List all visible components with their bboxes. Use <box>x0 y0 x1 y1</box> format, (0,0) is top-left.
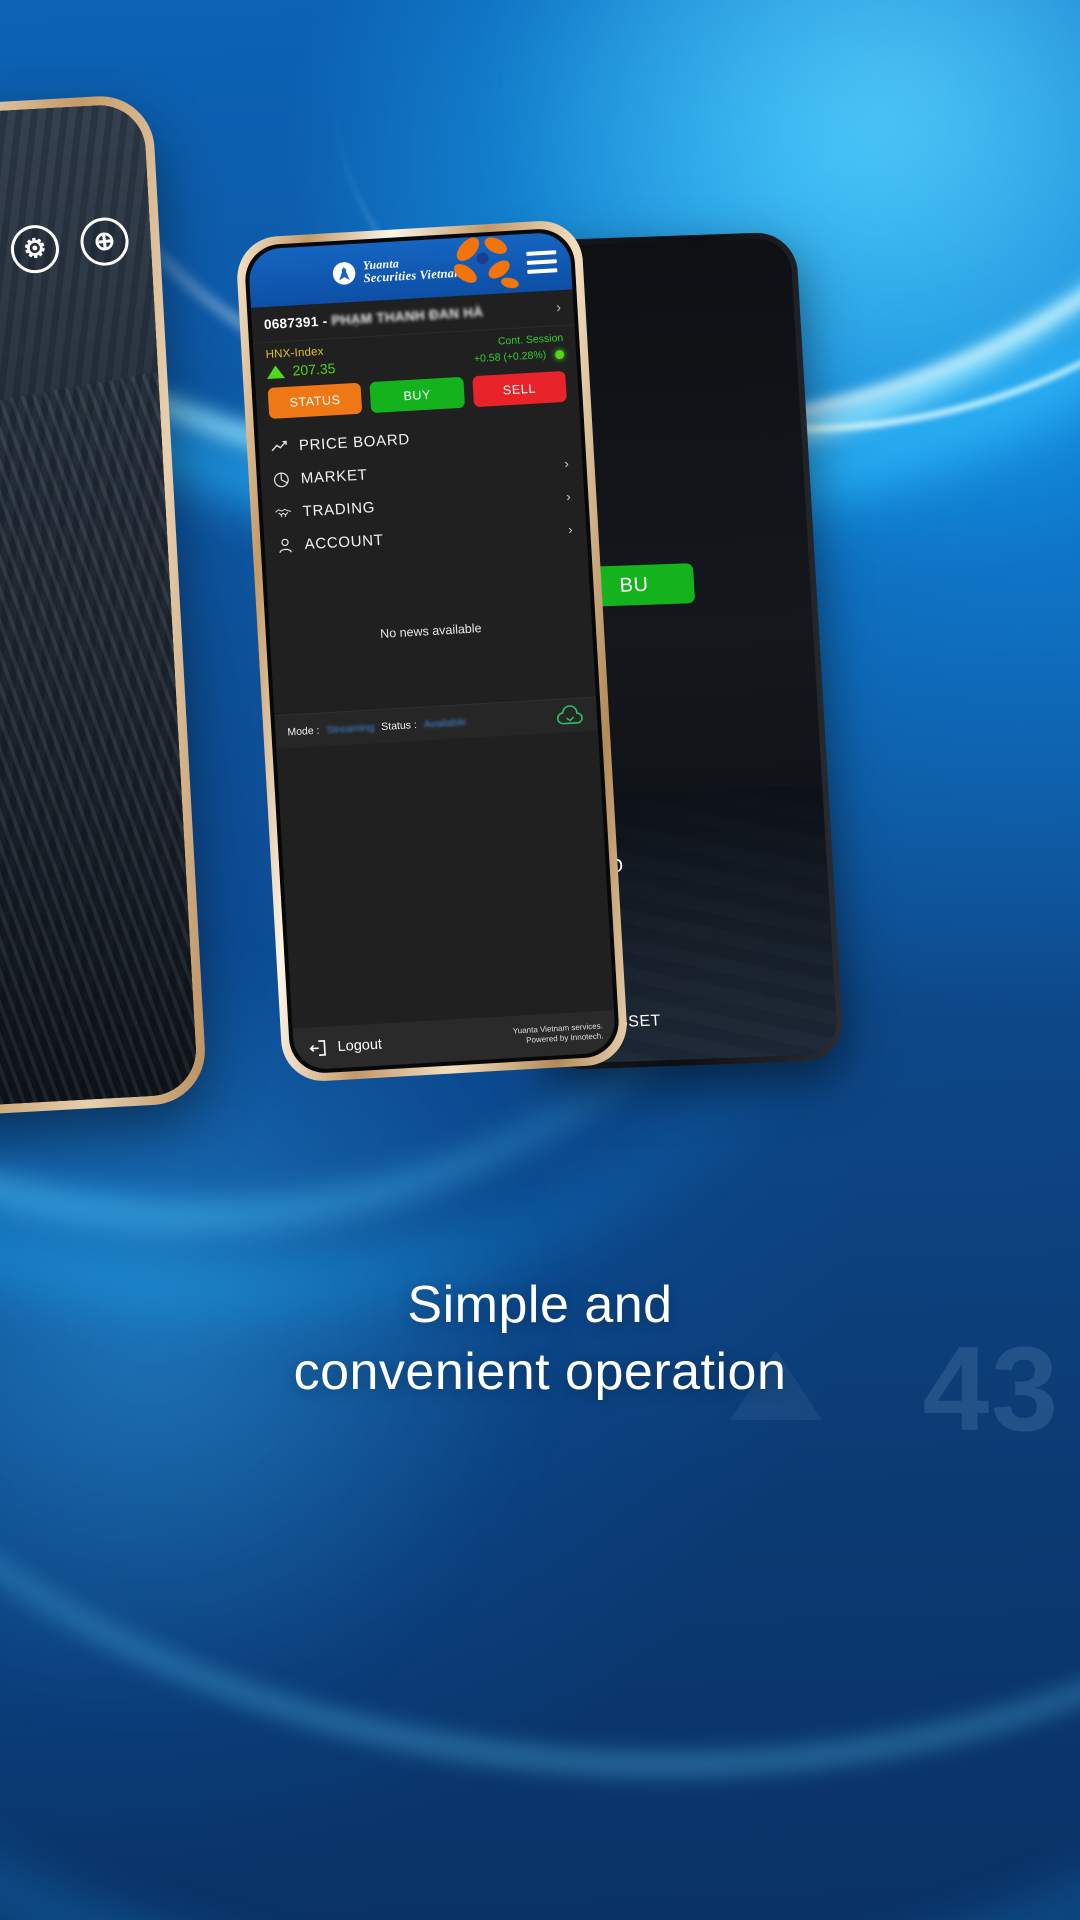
triangle-up-icon <box>266 364 286 379</box>
caption-line-1: Simple and <box>407 1276 673 1334</box>
mode-value: Streaming <box>326 720 375 736</box>
index-value-row: 207.35 <box>266 360 336 380</box>
orange-flower-icon <box>453 237 519 289</box>
main-menu: PRICE BOARD MARKET › TRADING › ACCOUNT › <box>257 409 588 566</box>
page-caption: Simple and convenient operation <box>0 1272 1080 1405</box>
index-left: HNX-Index 207.35 <box>265 345 335 380</box>
hamburger-menu-icon[interactable] <box>526 250 558 274</box>
pie-chart-icon <box>272 471 290 489</box>
account-name: PHẠM THANH ĐAN HÀ <box>330 304 484 329</box>
menu-label: TRADING <box>302 499 376 521</box>
logout-icon <box>309 1040 326 1056</box>
account-id: 0687391 <box>263 313 319 333</box>
powered-by: Yuanta Vietnam services. Powered by Inno… <box>513 1021 604 1047</box>
online-dot-icon <box>554 349 565 360</box>
account-label: 0687391 - PHẠM THANH ĐAN HÀ <box>264 305 484 333</box>
caption-line-2: convenient operation <box>293 1342 787 1401</box>
status-value: Available <box>423 715 467 731</box>
status-button[interactable]: STATUS <box>267 382 363 419</box>
news-empty-text: No news available <box>379 621 482 641</box>
session-label: Cont. Session <box>497 331 564 348</box>
content-filler <box>276 730 614 1029</box>
logout-label: Logout <box>337 1036 383 1056</box>
mode-label: Mode : <box>287 724 320 738</box>
news-area: No news available <box>265 546 596 716</box>
account-separator: - <box>318 313 332 329</box>
user-icon <box>276 537 294 555</box>
menu-label: ACCOUNT <box>304 531 385 554</box>
chevron-right-icon[interactable]: › <box>564 456 570 471</box>
chevron-right-icon[interactable]: › <box>568 522 574 537</box>
phone-main-screen: Yuanta Securities Vietnam 0687391 - PHẠM… <box>247 231 617 1071</box>
index-name: HNX-Index <box>265 345 324 362</box>
chevron-right-icon[interactable]: › <box>566 489 572 504</box>
menu-label: MARKET <box>300 466 368 488</box>
index-value: 207.35 <box>292 360 336 379</box>
gear-icon[interactable]: ⚙ <box>8 222 62 276</box>
phone-main: Yuanta Securities Vietnam 0687391 - PHẠM… <box>234 218 630 1084</box>
index-change-value: +0.58 (+0.28%) <box>473 348 547 366</box>
buy-button[interactable]: BUY <box>369 376 465 414</box>
chevron-right-icon[interactable]: › <box>556 299 562 316</box>
index-change: +0.58 (+0.28%) <box>474 348 565 365</box>
chart-line-icon <box>271 438 289 456</box>
cloud-sync-icon[interactable] <box>554 704 585 728</box>
index-right: Cont. Session +0.58 (+0.28%) <box>473 332 565 365</box>
sell-button[interactable]: SELL <box>471 370 567 408</box>
phone-main-bezel: Yuanta Securities Vietnam 0687391 - PHẠM… <box>243 227 621 1075</box>
status-label: Status : <box>380 718 418 733</box>
menu-label: PRICE BOARD <box>298 430 411 455</box>
phone-main-frame: Yuanta Securities Vietnam 0687391 - PHẠM… <box>234 218 630 1084</box>
handshake-icon <box>274 504 292 522</box>
globe-icon[interactable]: ⊕ <box>78 215 131 269</box>
yuanta-logo-icon <box>333 262 356 285</box>
